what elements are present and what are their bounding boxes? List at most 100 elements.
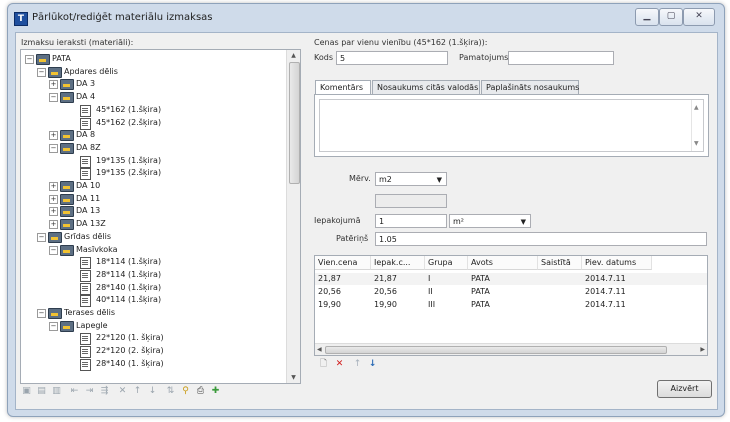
tree-node[interactable]: 18*114 (1.šķira) [21,256,281,270]
tree-node[interactable]: − Grīdas dēlis [21,231,281,243]
tree-node-label: DA 10 [76,181,101,190]
grid-column-header[interactable]: Grupa [425,256,468,270]
tree-node[interactable]: + DA 8 [21,129,281,142]
tree-node[interactable]: 45*162 (1.šķira) [21,104,281,117]
grid-scroll-thumb[interactable] [325,346,667,354]
tree-node[interactable]: − Lapegle [21,320,281,332]
move-up-icon[interactable]: ↑ [351,358,364,371]
tree-node[interactable]: − DA 4 [21,91,281,104]
iepakojuma-field[interactable]: 1 [375,214,447,228]
table-row[interactable]: 21,87 21,87 I PATA 2014.7.11 [315,273,707,285]
sort-icon[interactable]: ⇅ [164,385,177,398]
grid-column-header[interactable]: Iepak.c... [371,256,425,270]
grid-hscrollbar[interactable]: ◀ ▶ [315,343,707,355]
tree-node[interactable]: 28*140 (1.šķira) [21,282,281,295]
cost-tree[interactable]: − PATA − Apdares dēlis + DA 3− DA 4 45*162 (1.š… [20,49,301,384]
collapse-icon[interactable]: − [37,232,46,242]
tree-node-label: DA 13 [76,206,101,216]
tab-extended-name[interactable]: Paplašināts nosaukums [481,80,579,94]
iepakojuma-unit-select[interactable]: m² ▼ [449,214,531,228]
scroll-right-arrow-icon[interactable]: ▶ [700,344,705,355]
tab-comment[interactable]: Komentārs [315,80,371,95]
tree-node[interactable]: 28*140 (1. šķira) [21,358,281,371]
indent-icon[interactable]: ⇶ [98,385,111,398]
minimize-button[interactable]: ▁ [635,8,659,26]
pamatojums-field[interactable] [508,51,614,65]
pateriņš-field[interactable]: 1.05 [375,232,707,246]
collapse-icon[interactable]: − [37,309,46,318]
document-icon [80,358,91,371]
pateriņš-label: Patēriņš [336,234,369,243]
memo-scrollbar[interactable]: ▲ ▼ [691,100,703,151]
collapse-icon[interactable]: − [49,93,58,103]
tree-node[interactable]: 19*135 (1.šķira) [21,155,281,168]
collapse-icon[interactable]: − [25,55,34,64]
scroll-left-arrow-icon[interactable]: ◀ [317,344,322,355]
memo-down-arrow-icon[interactable]: ▼ [694,140,699,147]
price-grid[interactable]: Vien.cena Iepak.c... Grupa Avots Saistītā Pie… [314,255,708,356]
maximize-button[interactable]: ▢ [659,8,683,26]
expand-icon[interactable]: + [49,182,58,191]
memo-up-arrow-icon[interactable]: ▲ [694,104,699,111]
tree-node[interactable]: 19*135 (2.šķira) [21,167,281,181]
tree-node[interactable]: 22*120 (2. šķira) [21,345,281,359]
expand-icon[interactable]: + [49,207,58,217]
tree-node[interactable]: + DA 11 [21,193,281,205]
expand-icon[interactable]: + [49,194,58,204]
delete-icon[interactable]: ✕ [116,385,129,398]
grid-column-header[interactable]: Avots [468,256,538,270]
tree-node[interactable]: − Masīvkoka [21,244,281,256]
tree-node[interactable]: 40*114 (1.šķira) [21,294,281,308]
tree-node[interactable]: 22*120 (1. šķira) [21,332,281,346]
open-icon[interactable]: ▤ [35,385,48,398]
tree-node[interactable]: 28*114 (1.šķira) [21,269,281,282]
close-button[interactable]: Aizvērt [657,380,712,398]
tree-node[interactable]: + DA 3 [21,78,281,91]
expand-icon[interactable]: + [49,220,58,230]
tree-scroll-thumb[interactable] [289,62,300,184]
collapse-icon[interactable]: − [37,67,46,77]
grid-column-header[interactable]: Saistītā [538,256,582,270]
close-window-button[interactable]: ✕ [683,8,715,26]
new-row-icon[interactable]: 🗋 [317,358,330,371]
printer-icon[interactable]: ⎙ [194,385,207,398]
up-arrow-icon[interactable]: ↑ [131,385,144,398]
move-right-icon[interactable]: ⇥ [83,385,96,398]
table-row[interactable]: 20,56 20,56 II PATA 2014.7.11 [315,286,707,298]
save-icon[interactable]: ▣ [20,385,33,398]
app-window: T Pārlūkot/rediģēt materiālu izmaksas ▁ … [7,3,725,417]
tree-node[interactable]: + DA 13Z [21,218,281,231]
expand-icon[interactable]: + [49,80,58,90]
merv-select[interactable]: m2 ▼ [375,172,447,186]
tree-node[interactable]: 45*162 (2.šķira) [21,117,281,130]
collapse-icon[interactable]: − [49,321,58,331]
delete-row-icon[interactable]: ✕ [333,358,346,371]
tree-node[interactable]: + DA 13 [21,205,281,218]
tree-node[interactable]: − Terases dēlis [21,307,281,319]
table-row[interactable]: 19,90 19,90 III PATA 2014.7.11 [315,299,707,311]
tree-node[interactable]: + DA 10 [21,180,281,192]
tree-node[interactable]: − Apdares dēlis [21,66,281,78]
grid-column-header[interactable]: Piev. datums [582,256,652,270]
scroll-up-arrow-icon[interactable]: ▲ [287,50,300,61]
collapse-icon[interactable]: − [49,143,58,153]
chart-icon[interactable]: ⚲ [179,385,192,398]
down-arrow-icon[interactable]: ↓ [146,385,159,398]
export-icon[interactable]: ✚ [209,385,222,398]
grid-cell: 20,56 [318,287,341,296]
tree-scrollbar[interactable]: ▲ ▼ [286,50,300,383]
grid-column-header[interactable]: Vien.cena [315,256,371,270]
print-icon[interactable]: ▥ [50,385,63,398]
comment-textarea[interactable]: ▲ ▼ [319,99,704,152]
collapse-icon[interactable]: − [49,245,58,255]
folder-icon [60,320,74,332]
move-down-icon[interactable]: ↓ [366,358,379,371]
tree-node[interactable]: − PATA [21,53,281,65]
kods-field[interactable]: 5 [336,51,448,65]
expand-icon[interactable]: + [49,131,58,141]
move-left-icon[interactable]: ⇤ [68,385,81,398]
scroll-down-arrow-icon[interactable]: ▼ [287,372,300,383]
tab-names-other-languages[interactable]: Nosaukums citās valodās [372,80,480,94]
tree-node-label: 22*120 (2. šķira) [96,346,164,356]
tree-node[interactable]: − DA 8Z [21,142,281,154]
